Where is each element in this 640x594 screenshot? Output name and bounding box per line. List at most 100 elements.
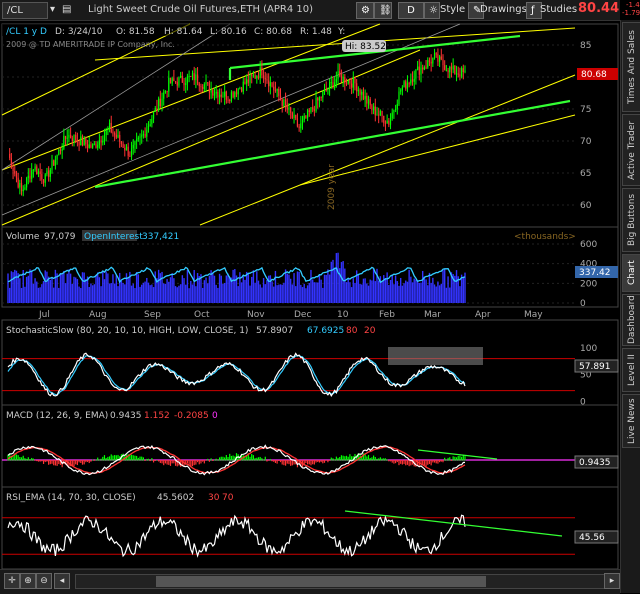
volume-bar: [229, 276, 231, 303]
candle-body: [393, 110, 395, 113]
macd-histogram-bar: [173, 460, 175, 464]
candle-body: [381, 110, 383, 116]
volume-bar: [337, 252, 339, 303]
macd-histogram-bar: [80, 460, 82, 463]
volume-bar: [73, 276, 75, 303]
candle-body: [418, 66, 420, 75]
macd-histogram-bar: [432, 460, 434, 463]
candle-body: [301, 119, 304, 124]
macd-histogram-bar: [132, 455, 134, 461]
volume-bar: [322, 287, 324, 303]
info-icon[interactable]: ▤: [62, 2, 71, 17]
candle-body: [259, 67, 261, 79]
macd-histogram-bar: [144, 460, 146, 461]
macd-histogram-bar: [115, 455, 117, 461]
macd-histogram-bar: [42, 460, 45, 464]
tab-big-buttons[interactable]: Big Buttons: [622, 188, 640, 252]
symbol-input[interactable]: /CL: [2, 2, 48, 19]
candle-body: [439, 56, 441, 62]
tab-chart[interactable]: Chart: [622, 254, 640, 292]
macd-histogram-bar: [347, 456, 349, 461]
macd-histogram-bar: [442, 460, 444, 463]
volume-bar: [245, 271, 248, 303]
gear-icon[interactable]: ⚙: [356, 2, 374, 19]
volume-bar: [53, 287, 55, 303]
volume-bar: [108, 283, 111, 303]
time-tick-label: Feb: [379, 310, 395, 320]
volume-bar: [20, 287, 23, 303]
candle-body: [159, 98, 161, 107]
stochastic-highlight-box[interactable]: [388, 347, 483, 365]
settings-icon[interactable]: ☼: [424, 2, 440, 19]
macd-histogram-bar: [395, 460, 397, 464]
candle-body: [70, 134, 72, 139]
candle-body: [115, 134, 117, 138]
price-tick-label: 65: [580, 169, 591, 179]
macd-histogram-bar: [229, 453, 231, 461]
period-button[interactable]: D: [398, 2, 424, 19]
candle-body: [350, 83, 353, 88]
volume-tick-label: 200: [580, 279, 597, 289]
link-icon[interactable]: ⛓: [374, 2, 392, 19]
volume-bar: [352, 278, 354, 303]
candle-body: [49, 169, 51, 177]
tab-dashboard[interactable]: Dashboard: [622, 294, 640, 346]
candle-body: [323, 89, 326, 92]
volume-bar: [164, 283, 167, 303]
macd-histogram-bar: [203, 460, 205, 464]
price-panel-frame: [1, 23, 619, 228]
volume-bar: [252, 270, 255, 303]
macd-histogram-bar: [400, 460, 402, 464]
volume-bar: [328, 274, 331, 303]
drawings-button[interactable]: Drawings: [480, 2, 527, 17]
volume-bar: [144, 281, 146, 303]
volume-bar: [215, 284, 217, 303]
price-tick-label: 75: [580, 105, 591, 115]
macd-histogram-bar: [344, 456, 346, 461]
volume-bar: [289, 278, 292, 303]
zoom-in-icon[interactable]: ⊕: [20, 573, 36, 589]
macd-histogram-bar: [230, 455, 233, 461]
volume-bar: [354, 282, 356, 303]
candle-body: [124, 147, 126, 151]
time-tick-label: May: [524, 310, 543, 320]
chevron-down-icon[interactable]: ▾: [50, 2, 55, 17]
time-tick-label: Oct: [194, 310, 210, 320]
macd-avg-value: 1.152: [144, 411, 170, 421]
macd-histogram-bar: [386, 459, 388, 461]
candle-body: [190, 76, 192, 78]
candle-body: [58, 149, 60, 155]
crosshair-icon[interactable]: ✛: [4, 573, 20, 589]
zoom-out-icon[interactable]: ⊖: [36, 573, 52, 589]
style-button[interactable]: Style: [440, 2, 465, 17]
tab-live-news[interactable]: Live News: [622, 394, 640, 448]
volume-bar: [186, 269, 189, 303]
volume-tick-label: 600: [580, 240, 597, 250]
volume-bar: [113, 283, 116, 303]
volume-tick-label: 0: [580, 299, 586, 309]
candle-body: [296, 118, 299, 127]
volume-bar: [318, 275, 321, 303]
scroll-left-icon[interactable]: ◂: [54, 573, 70, 589]
volume-bar: [291, 284, 294, 303]
scroll-right-icon[interactable]: ▸: [604, 573, 620, 589]
time-scrollbar[interactable]: [75, 574, 612, 589]
tab-times-and-sales[interactable]: Times And Sales: [622, 22, 640, 112]
macd-histogram-bar: [210, 458, 212, 461]
volume-bar: [46, 271, 48, 303]
candle-body: [227, 99, 229, 101]
candle-body: [366, 95, 368, 104]
studies-button[interactable]: Studies: [540, 2, 577, 17]
volume-bar: [364, 278, 366, 303]
tab-level-ii[interactable]: Level II: [622, 348, 640, 392]
volume-bar: [32, 283, 35, 303]
candle-body: [202, 86, 204, 89]
candle-body: [59, 149, 62, 151]
volume-bar: [97, 272, 99, 303]
candle-body: [166, 90, 168, 92]
volume-bar: [266, 280, 268, 303]
volume-bar: [8, 287, 11, 303]
tab-active-trader[interactable]: Active Trader: [622, 114, 640, 186]
scrollbar-thumb[interactable]: [156, 576, 486, 587]
candle-body: [195, 74, 197, 81]
